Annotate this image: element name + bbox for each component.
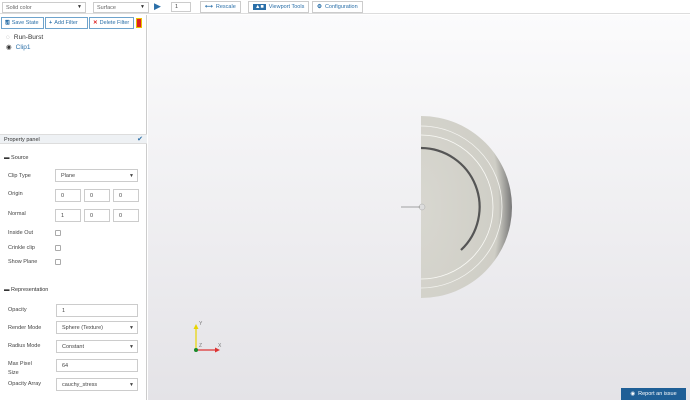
property-panel-title: Property panel — [4, 137, 40, 143]
inside-out-label: Inside Out — [8, 230, 34, 236]
inside-out-checkbox[interactable] — [55, 230, 61, 236]
representation-select[interactable]: Surface ▼ — [93, 2, 149, 13]
representation-title: Representation — [11, 287, 49, 293]
rescale-icon: ⟷ — [205, 4, 213, 10]
pipeline-item-label: Clip1 — [15, 43, 31, 51]
max-pixel-size-label: Max Pixel Size — [8, 361, 32, 376]
clip-type-label: Clip Type — [8, 173, 31, 179]
configuration-icon: ⚙ — [317, 4, 322, 10]
crinkle-clip-label: Crinkle clip — [8, 245, 35, 251]
z-axis-icon — [194, 348, 198, 352]
color-select-value: Solid color — [6, 5, 32, 11]
radius-mode-value: Constant — [62, 344, 85, 350]
origin-y-input[interactable]: 0 — [84, 189, 110, 202]
caret-down-icon: ▼ — [140, 4, 145, 10]
crinkle-clip-checkbox[interactable] — [55, 245, 61, 251]
add-filter-button[interactable]: + Add Filter — [45, 17, 88, 29]
opacity-array-label: Opacity Array — [8, 381, 42, 387]
pipeline-tree: ◌ Run-Burst ◉ Clip1 — [6, 32, 43, 52]
bug-icon: ◉ — [630, 391, 636, 397]
show-plane-label: Show Plane — [8, 259, 38, 265]
pipeline-item-clip1[interactable]: ◉ Clip1 — [6, 42, 43, 52]
normal-label: Normal — [8, 211, 26, 217]
add-filter-label: Add Filter — [54, 20, 78, 26]
save-state-label: Save State — [11, 20, 39, 26]
toolbar: Solid color ▼ Surface ▼ ▶ 1 ⟷ Rescale ▲■ Vie… — [0, 0, 690, 14]
opacity-array-select[interactable]: cauchy_stress ▼ — [56, 378, 138, 391]
report-issue-button[interactable]: ◉ Report an issue — [621, 388, 686, 400]
normal-z-input[interactable]: 0 — [113, 209, 139, 222]
rescale-label: Rescale — [215, 4, 236, 10]
play-icon[interactable]: ▶ — [154, 1, 161, 12]
radius-mode-select[interactable]: Constant ▼ — [56, 340, 138, 353]
3d-viewport[interactable]: Y X Z — [148, 15, 690, 400]
show-plane-checkbox[interactable] — [55, 259, 61, 265]
configuration-button[interactable]: ⚙ Configuration — [312, 1, 363, 13]
origin-z-input[interactable]: 0 — [113, 189, 139, 202]
representation-select-value: Surface — [97, 5, 116, 11]
opacity-array-value: cauchy_stress — [62, 382, 98, 388]
source-title: Source — [11, 155, 29, 161]
opacity-label: Opacity — [8, 307, 27, 313]
frame-input[interactable]: 1 — [171, 2, 191, 12]
caret-down-icon: ▼ — [129, 325, 134, 331]
configuration-label: Configuration — [324, 4, 358, 10]
delete-filter-button[interactable]: ✕ Delete Filter — [89, 17, 134, 29]
pipeline-item-label: Run-Burst — [13, 33, 44, 41]
source-section-header[interactable]: ▬ Source — [4, 155, 28, 161]
origin-label: Origin — [8, 191, 23, 197]
opacity-input[interactable]: 1 — [56, 304, 138, 317]
z-axis-label: Z — [199, 343, 202, 349]
normal-x-input[interactable]: 1 — [55, 209, 81, 222]
origin-x-input[interactable]: 0 — [55, 189, 81, 202]
node-icon: ◉ — [6, 44, 12, 51]
caret-down-icon: ▼ — [129, 382, 134, 388]
clipped-model: Y X Z — [193, 116, 512, 353]
clip-type-value: Plane — [61, 173, 76, 179]
viewport-icon: ▲■ — [253, 4, 266, 10]
plus-icon: + — [49, 20, 53, 26]
representation-section-header[interactable]: ▬ Representation — [4, 287, 48, 293]
x-icon: ✕ — [93, 20, 98, 26]
node-icon: ◌ — [6, 33, 10, 41]
save-icon: 🖫 — [5, 19, 10, 26]
render-mode-select[interactable]: Sphere (Texture) ▼ — [56, 321, 138, 334]
caret-down-icon: ▼ — [129, 173, 134, 179]
radius-mode-label: Radius Mode — [8, 343, 41, 349]
render-mode-value: Sphere (Texture) — [62, 325, 103, 331]
max-pixel-size-input[interactable]: 64 — [56, 359, 138, 372]
normal-y-input[interactable]: 0 — [84, 209, 110, 222]
apply-check-icon[interactable]: ✔ — [137, 135, 143, 143]
save-state-button[interactable]: 🖫 Save State — [1, 17, 44, 29]
property-panel-header[interactable]: Property panel ✔ — [0, 134, 147, 144]
y-axis-label: Y — [199, 321, 203, 327]
clip-type-select[interactable]: Plane ▼ — [55, 169, 138, 182]
delete-filter-label: Delete Filter — [99, 20, 130, 26]
color-select[interactable]: Solid color ▼ — [2, 2, 86, 13]
x-axis-label: X — [218, 343, 222, 349]
viewport-tools-label: Viewport Tools — [268, 4, 305, 10]
delete-all-icon[interactable] — [136, 18, 142, 28]
rescale-button[interactable]: ⟷ Rescale — [200, 1, 241, 13]
caret-down-icon: ▼ — [129, 344, 134, 350]
left-panel: 🖫 Save State + Add Filter ✕ Delete Filter ◌… — [0, 15, 147, 400]
render-mode-label: Render Mode — [8, 325, 42, 331]
viewport-tools-button[interactable]: ▲■ Viewport Tools — [248, 1, 310, 13]
report-issue-label: Report an issue — [638, 391, 677, 397]
caret-down-icon: ▼ — [77, 4, 82, 10]
pipeline-item-run-burst[interactable]: ◌ Run-Burst — [6, 32, 43, 42]
half-disk — [421, 116, 512, 298]
